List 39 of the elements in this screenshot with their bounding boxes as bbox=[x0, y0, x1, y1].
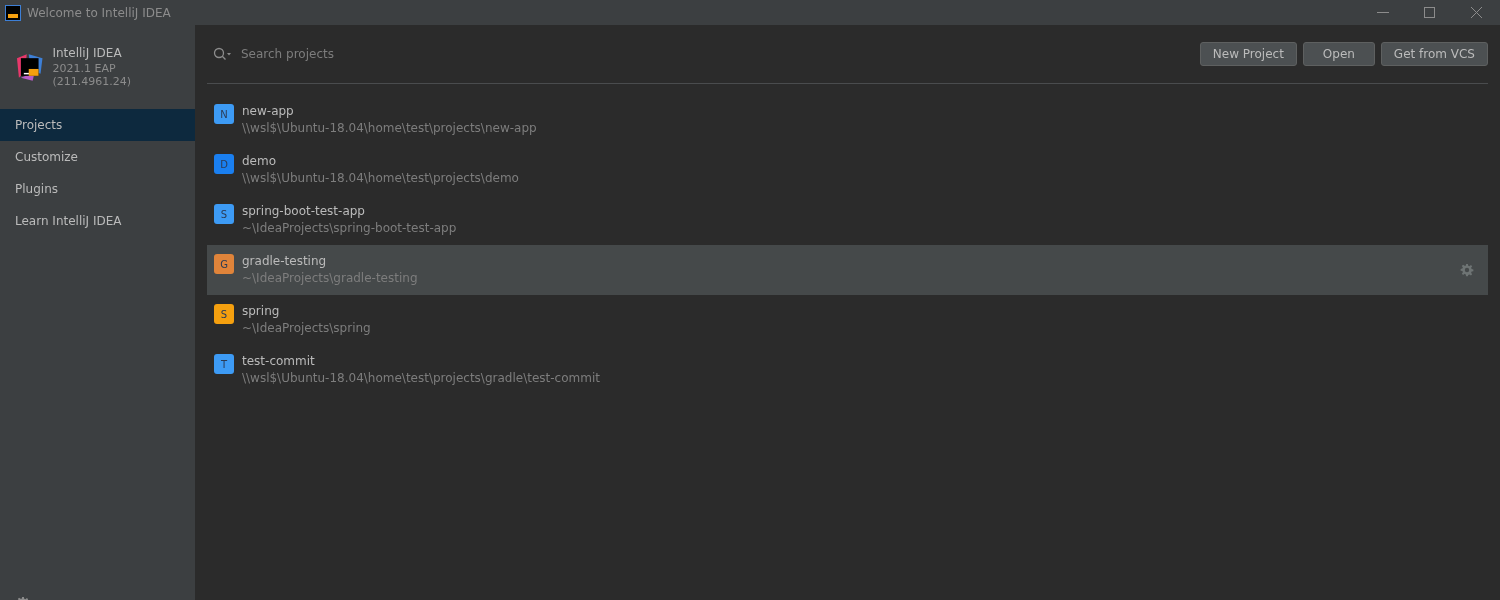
project-item[interactable]: T test-commit \\wsl$\Ubuntu-18.04\home\test\projects\gradle\test-commit bbox=[207, 345, 1488, 395]
project-item[interactable]: G gradle-testing ~\IdeaProjects\gradle-testing bbox=[207, 245, 1488, 295]
project-item[interactable]: D demo \\wsl$\Ubuntu-18.04\home\test\projects\demo bbox=[207, 145, 1488, 195]
project-path: ~\IdeaProjects\spring-boot-test-app bbox=[242, 220, 458, 237]
project-letter-icon: S bbox=[214, 304, 234, 324]
project-letter-icon: N bbox=[214, 104, 234, 124]
project-name: demo bbox=[242, 153, 278, 170]
intellij-logo-icon bbox=[15, 52, 45, 82]
sidebar-item[interactable]: Customize bbox=[0, 141, 195, 173]
toolbar-button[interactable]: New Project bbox=[1199, 42, 1297, 66]
project-path: ~\IdeaProjects\gradle-testing bbox=[242, 270, 419, 287]
project-path: \\wsl$\Ubuntu-18.04\home\test\projects\gradle\test-commit bbox=[242, 370, 601, 387]
project-path: \\wsl$\Ubuntu-18.04\home\test\projects\new-app bbox=[242, 120, 538, 137]
project-name: new-app bbox=[242, 103, 295, 120]
toolbar-button[interactable]: Open bbox=[1302, 42, 1375, 66]
project-name: gradle-testing bbox=[242, 253, 328, 270]
toolbar-button[interactable]: Get from VCS bbox=[1380, 42, 1488, 66]
project-name: spring-boot-test-app bbox=[242, 203, 366, 220]
project-letter-icon: T bbox=[214, 354, 234, 374]
project-name: test-commit bbox=[242, 353, 316, 370]
app-logo-icon bbox=[5, 4, 21, 21]
search-icon[interactable] bbox=[213, 47, 233, 61]
window-title: Welcome to IntelliJ IDEA bbox=[27, 5, 172, 20]
project-item[interactable]: N new-app \\wsl$\Ubuntu-18.04\home\test\projects\new-app bbox=[207, 95, 1488, 145]
project-letter-icon: D bbox=[214, 154, 234, 174]
product-name: IntelliJ IDEA bbox=[52, 46, 123, 60]
project-letter-icon: S bbox=[214, 204, 234, 224]
project-path: ~\IdeaProjects\spring bbox=[242, 320, 372, 337]
project-path: \\wsl$\Ubuntu-18.04\home\test\projects\demo bbox=[242, 170, 520, 187]
sidebar-item[interactable]: Plugins bbox=[0, 173, 195, 205]
search-field[interactable]: Search projects bbox=[239, 46, 1194, 62]
project-name: spring bbox=[242, 303, 281, 320]
project-item[interactable]: S spring ~\IdeaProjects\spring bbox=[207, 295, 1488, 345]
sidebar-item[interactable]: Projects bbox=[0, 109, 195, 141]
settings-icon[interactable] bbox=[1460, 263, 1474, 277]
product-version: 2021.1 EAP (211.4961.24) bbox=[52, 62, 133, 88]
sidebar-item[interactable]: Learn IntelliJ IDEA bbox=[0, 205, 195, 237]
project-item[interactable]: S spring-boot-test-app ~\IdeaProjects\spring-boot-test-app bbox=[207, 195, 1488, 245]
project-letter-icon: G bbox=[214, 254, 234, 274]
